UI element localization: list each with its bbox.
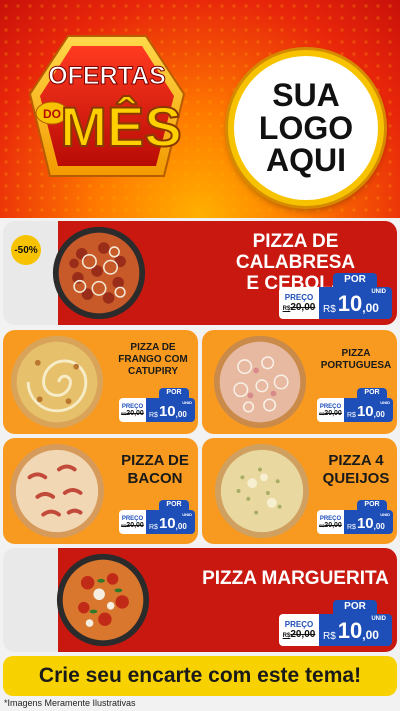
discount-badge: -50%	[11, 235, 41, 265]
price-decimals: ,00	[373, 410, 385, 419]
old-price: 20,00	[324, 521, 342, 529]
price-unit: UNID	[371, 289, 386, 295]
product-title-line1: PIZZA DE	[121, 452, 189, 469]
product-title-line1: PIZZA DE	[130, 342, 176, 353]
product-title-line1: PIZZA MARGUERITA	[202, 568, 389, 589]
price-currency: R$	[149, 412, 158, 419]
product-title: PIZZA DE BACON	[115, 452, 195, 488]
price-unit: UNID	[182, 512, 192, 517]
old-price: 20,00	[324, 409, 342, 417]
price-integer: 10	[356, 515, 374, 532]
price-tag: POR PREÇO R$20,00 R$ 10 ,00 UNID	[317, 388, 393, 422]
product-title-line1: PIZZA 4	[328, 452, 384, 469]
price-integer: 10	[356, 403, 374, 420]
price-por-label: POR	[333, 273, 377, 287]
price-decimals: ,00	[362, 301, 379, 315]
badge-line3: MÊS	[60, 95, 181, 158]
price-currency: R$	[323, 631, 336, 642]
product-title-line2: PORTUGUESA	[320, 360, 392, 371]
pizza-calabresa-image	[52, 226, 146, 320]
price-currency: R$	[347, 412, 356, 419]
product-title-line3: CATUPIRY	[128, 366, 178, 377]
product-card-portuguesa[interactable]: PIZZA PORTUGUESA POR PREÇO R$20,00 R$ 10…	[202, 330, 397, 434]
price-integer: 10	[158, 515, 176, 532]
price-integer: 10	[337, 291, 363, 316]
price-unit: UNID	[380, 400, 390, 405]
logo-line1: SUA	[272, 77, 340, 114]
price-por-label: POR	[333, 600, 377, 614]
ofertas-do-mes-badge: OFERTAS DO MÊS	[28, 35, 186, 177]
price-decimals: ,00	[175, 410, 187, 419]
price-currency: R$	[149, 524, 158, 531]
price-decimals: ,00	[362, 628, 379, 642]
product-title-line2: FRANGO COM	[118, 354, 188, 365]
product-card-calabresa[interactable]: -50% PIZZA DE CALABRESA E CEBOLA POR PRE…	[3, 221, 397, 325]
pizza-bacon-image	[9, 443, 105, 539]
price-currency: R$	[347, 524, 356, 531]
pizza-marguerita-image	[56, 553, 150, 647]
product-title: PIZZA MARGUERITA	[198, 568, 393, 589]
product-title-line1: PIZZA	[341, 348, 371, 359]
old-price: 20,00	[290, 629, 316, 640]
pizza-frango-image	[10, 335, 104, 429]
logo-placeholder: SUA LOGO AQUI	[228, 50, 384, 206]
price-decimals: ,00	[175, 522, 187, 531]
price-tag: POR PREÇO R$20,00 R$ 10 ,00 UNID	[317, 500, 393, 534]
price-unit: UNID	[182, 400, 192, 405]
disclaimer-text: *Imagens Meramente Ilustrativas	[4, 698, 136, 708]
price-tag: POR PREÇO R$20,00 R$ 10 ,00 UNID	[279, 273, 392, 319]
logo-line3: AQUI	[266, 142, 346, 179]
price-por-label: POR	[357, 388, 387, 398]
old-price: 20,00	[290, 302, 316, 313]
badge-line2: DO	[43, 107, 61, 121]
product-card-marguerita[interactable]: PIZZA MARGUERITA POR PREÇO R$20,00 R$ 10…	[3, 548, 397, 652]
price-tag: POR PREÇO R$20,00 R$ 10 ,00 UNID	[119, 500, 195, 534]
product-title-line2: BACON	[127, 470, 183, 487]
product-title: PIZZA DE FRANGO COM CATUPIRY	[111, 342, 195, 378]
product-title: PIZZA 4 QUEIJOS	[317, 452, 395, 488]
product-title-line1: PIZZA DE CALABRESA	[235, 231, 356, 273]
product-card-4-queijos[interactable]: PIZZA 4 QUEIJOS POR PREÇO R$20,00 R$ 10 …	[202, 438, 397, 544]
price-por-label: POR	[159, 388, 189, 398]
product-title: PIZZA PORTUGUESA	[317, 348, 395, 372]
product-title-line2: QUEIJOS	[322, 470, 390, 487]
price-integer: 10	[158, 403, 176, 420]
old-price: 20,00	[126, 409, 144, 417]
pizza-4-queijos-image	[214, 443, 310, 539]
price-por-label: POR	[159, 500, 189, 510]
price-tag: POR PREÇO R$20,00 R$ 10 ,00 UNID	[279, 600, 392, 646]
badge-line1: OFERTAS	[48, 62, 166, 90]
price-por-label: POR	[357, 500, 387, 510]
price-unit: UNID	[380, 512, 390, 517]
price-label: PREÇO	[284, 620, 314, 629]
logo-line2: LOGO	[258, 109, 354, 146]
price-unit: UNID	[371, 616, 386, 622]
cta-banner[interactable]: Crie seu encarte com este tema!	[3, 656, 397, 696]
price-decimals: ,00	[373, 522, 385, 531]
price-integer: 10	[337, 618, 363, 643]
price-currency: R$	[323, 304, 336, 315]
product-card-frango[interactable]: PIZZA DE FRANGO COM CATUPIRY POR PREÇO R…	[3, 330, 198, 434]
old-price: 20,00	[126, 521, 144, 529]
pizza-portuguesa-image	[213, 335, 307, 429]
product-card-bacon[interactable]: PIZZA DE BACON POR PREÇO R$20,00 R$ 10 ,…	[3, 438, 198, 544]
price-label: PREÇO	[284, 293, 314, 302]
price-tag: POR PREÇO R$20,00 R$ 10 ,00 UNID	[119, 388, 195, 422]
